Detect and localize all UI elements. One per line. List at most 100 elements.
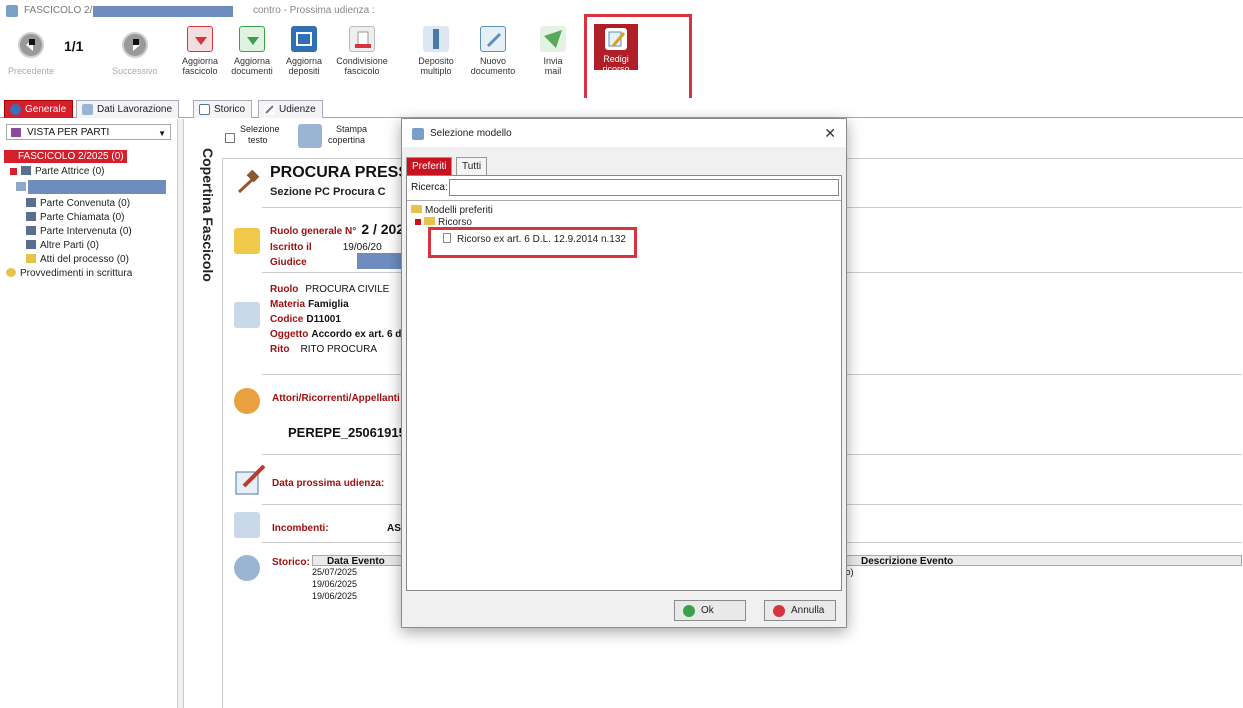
button-label: depositi	[288, 66, 320, 76]
tab-tutti[interactable]: Tutti	[456, 157, 488, 175]
tab-udienze[interactable]: Udienze	[258, 100, 323, 118]
tree-item-label: Atti del processo (0)	[40, 254, 129, 265]
aggiorna-documenti-button[interactable]: Aggiorna documenti	[230, 26, 274, 76]
button-label: fascicolo	[182, 66, 218, 76]
person-icon	[16, 182, 26, 191]
chevron-left-icon	[26, 39, 33, 51]
tree-item-provvedimenti[interactable]: Provvedimenti in scrittura	[6, 268, 132, 279]
chevron-down-icon: ▼	[158, 129, 166, 138]
collapse-icon	[415, 219, 421, 225]
aggiorna-fascicolo-button[interactable]: Aggiorna fascicolo	[178, 26, 222, 76]
panel-splitter[interactable]	[178, 119, 184, 708]
table-row[interactable]: 19/06/2025	[312, 591, 357, 601]
field-label: Ruolo	[270, 284, 299, 295]
redacted-block	[357, 253, 401, 269]
button-label: Annulla	[791, 605, 825, 616]
field-label: Oggetto	[270, 329, 309, 340]
folder-icon	[6, 268, 16, 277]
collapse-icon	[10, 168, 17, 175]
tree-item-altre-parti[interactable]: Altre Parti (0)	[26, 240, 99, 251]
prossima-udienza-label: Data prossima udienza:	[272, 478, 385, 489]
detail-ruolo: Ruolo PROCURA CIVILE	[270, 282, 401, 297]
field-value: PROCURA CIVILE	[305, 284, 390, 295]
send-mail-icon	[540, 26, 566, 52]
print-icon[interactable]	[298, 124, 322, 148]
previous-label: Precedente	[8, 66, 55, 76]
select-text-checkbox[interactable]	[225, 133, 235, 143]
window-title-suffix: contro - Prossima udienza :	[253, 5, 375, 16]
tab-label: Storico	[214, 104, 246, 115]
view-icon	[11, 128, 21, 137]
incombenti-value: AS	[387, 523, 401, 534]
next-label: Successivo	[112, 66, 158, 76]
documents-icon	[234, 302, 260, 328]
tab-dati-lavorazione[interactable]: Dati Lavorazione	[76, 100, 180, 118]
column-header-description[interactable]: Descrizione Evento	[846, 555, 1242, 567]
button-label: Deposito	[418, 56, 454, 66]
field-label: Materia	[270, 299, 306, 310]
close-icon[interactable]: ✕	[824, 125, 836, 142]
ruolo-generale-row: Ruolo generale N° 2 / 202	[270, 221, 404, 237]
button-label: Nuovo	[479, 56, 506, 66]
iscritto-row: Iscritto il 19/06/20	[270, 241, 382, 253]
tree-item-modelli-preferiti[interactable]: Modelli preferiti	[411, 205, 493, 216]
button-label: Aggiorna	[181, 56, 219, 66]
table-row[interactable]: 19/06/2025	[312, 579, 357, 589]
office-title: PROCURA PRESS	[270, 164, 409, 181]
ok-button[interactable]: Ok	[674, 600, 746, 621]
tree-item-fascicolo[interactable]: FASCICOLO 2/2025 (0)	[4, 150, 127, 163]
hearings-icon	[264, 104, 275, 115]
cell-date: 25/07/2025	[312, 567, 358, 577]
button-label: Aggiorna	[285, 56, 323, 66]
tab-storico[interactable]: Storico	[193, 100, 253, 118]
refresh-folder-icon	[187, 26, 213, 52]
tree-item-parte-intervenuta[interactable]: Parte Intervenuta (0)	[26, 226, 132, 237]
storico-label: Storico:	[272, 557, 310, 568]
button-label: Invia	[543, 56, 563, 66]
invia-mail-button[interactable]: Invia mail	[536, 26, 570, 76]
search-input[interactable]	[449, 179, 839, 196]
field-value: Famiglia	[308, 299, 349, 310]
button-label: documenti	[231, 66, 273, 76]
button-label: mail	[544, 66, 562, 76]
tree-item-label: Parte Convenuta (0)	[40, 198, 131, 209]
tab-preferiti[interactable]: Preferiti	[406, 157, 453, 175]
select-text-label: Selezione testo	[240, 124, 280, 146]
folder-icon	[26, 254, 36, 263]
cell-date: 19/06/2025	[312, 591, 358, 601]
section-title: Sezione PC Procura C	[270, 186, 386, 198]
button-label: multiplo	[420, 66, 452, 76]
cell-date: 19/06/2025	[312, 579, 358, 589]
tree-item-parte-convenuta[interactable]: Parte Convenuta (0)	[26, 198, 130, 209]
deposito-multiplo-button[interactable]: Deposito multiplo	[414, 26, 458, 76]
record-counter: 1/1	[64, 38, 84, 54]
redacted-title-block	[93, 6, 233, 17]
people-icon	[26, 240, 36, 249]
aggiorna-depositi-button[interactable]: Aggiorna depositi	[282, 26, 326, 76]
button-label: fascicolo	[344, 66, 380, 76]
next-button[interactable]	[122, 32, 148, 58]
column-header-date[interactable]: Data Evento	[312, 555, 402, 567]
tree-item-atti-processo[interactable]: Atti del processo (0)	[26, 254, 129, 265]
tab-generale[interactable]: Generale	[4, 100, 74, 118]
field-value: Accordo ex art. 6 d	[311, 329, 402, 340]
people-icon	[21, 166, 31, 175]
tree-item-parte-chiamata[interactable]: Parte Chiamata (0)	[26, 212, 124, 223]
field-label: Iscritto il	[270, 242, 312, 253]
history-icon	[234, 555, 260, 581]
redacted-block	[28, 180, 166, 194]
view-select[interactable]: VISTA PER PARTI ▼	[6, 124, 171, 140]
nuovo-documento-button[interactable]: Nuovo documento	[468, 26, 518, 76]
cancel-button[interactable]: Annulla	[764, 600, 836, 621]
incombenti-label: Incombenti:	[272, 523, 329, 534]
print-cover-label[interactable]: Stampa copertina	[328, 124, 367, 146]
table-row[interactable]: 25/07/2025tiplo)	[312, 567, 854, 577]
select-template-dialog: Selezione modello ✕ Preferiti Tutti Rice…	[401, 118, 847, 628]
field-value: 2 / 202	[361, 221, 405, 237]
field-value: RITO PROCURA	[300, 344, 378, 355]
option-label: copertina	[328, 135, 366, 145]
tree-item-parte-attrice[interactable]: Parte Attrice (0)	[10, 166, 104, 177]
previous-button[interactable]	[18, 32, 44, 58]
tree-item-label: Provvedimenti in scrittura	[20, 268, 133, 279]
condivisione-fascicolo-button[interactable]: Condivisione fascicolo	[334, 26, 390, 76]
